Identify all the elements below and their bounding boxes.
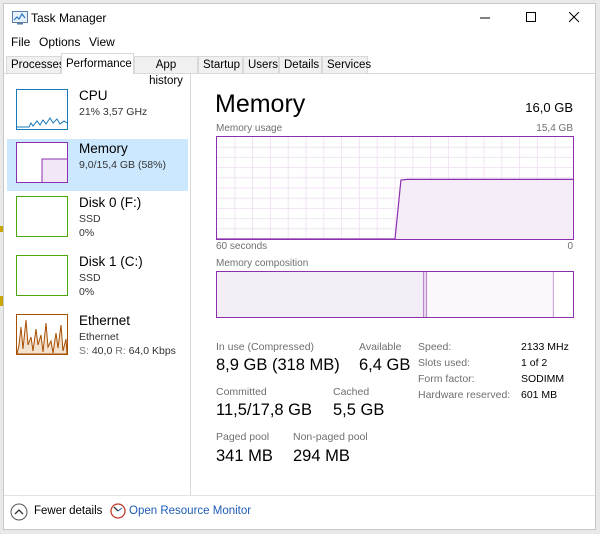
open-resource-monitor-link[interactable]: Open Resource Monitor xyxy=(129,505,251,517)
device-usage: 0% xyxy=(79,286,95,298)
composition-standby[interactable] xyxy=(427,272,554,317)
device-detail: 9,0/15,4 GB (58%) xyxy=(79,159,166,171)
hardware-reserved-label: Hardware reserved: xyxy=(418,389,511,401)
graph-axis-right: 0 xyxy=(567,241,573,252)
device-item-disk-0[interactable]: Disk 0 (F:) SSD 0% xyxy=(7,193,188,245)
disk-1-thumbnail xyxy=(16,255,68,296)
ethernet-thumbnail xyxy=(16,314,68,355)
send-value: 40,0 xyxy=(91,345,113,357)
resource-monitor-icon xyxy=(110,503,126,519)
in-use-value: 8,9 GB (318 MB) xyxy=(216,356,340,374)
ethernet-mini-graph xyxy=(17,319,67,354)
memory-thumbnail xyxy=(16,142,68,183)
device-name: CPU xyxy=(79,88,108,103)
composition-in-use[interactable] xyxy=(217,272,424,317)
menu-options[interactable]: Options xyxy=(39,35,80,49)
available-label: Available xyxy=(359,341,402,353)
footer: Fewer details Open Resource Monitor xyxy=(4,495,595,529)
fewer-details-icon[interactable] xyxy=(10,503,28,521)
maximize-icon xyxy=(526,12,536,22)
menu-file[interactable]: File xyxy=(11,35,30,49)
tab-services[interactable]: Services xyxy=(322,56,371,73)
non-paged-pool-label: Non-paged pool xyxy=(293,431,368,443)
tab-startup[interactable]: Startup xyxy=(198,56,243,73)
task-manager-icon xyxy=(12,11,28,25)
in-use-label: In use (Compressed) xyxy=(216,341,315,353)
paged-pool-value: 341 MB xyxy=(216,447,273,465)
memory-usage-label: Memory usage xyxy=(216,123,283,134)
committed-value: 11,5/17,8 GB xyxy=(216,401,313,419)
paged-pool-label: Paged pool xyxy=(216,431,270,443)
speed-label: Speed: xyxy=(418,341,452,353)
total-memory: 16,0 GB xyxy=(525,100,573,115)
tab-bar: Processes Performance App history Startu… xyxy=(4,53,595,87)
speed-value: 2133 MHz xyxy=(521,341,569,353)
minimize-button[interactable] xyxy=(464,4,508,32)
close-icon xyxy=(569,12,580,23)
receive-label: R: xyxy=(115,345,126,357)
committed-label: Committed xyxy=(216,386,267,398)
hardware-reserved-value: 601 MB xyxy=(521,389,558,401)
menu-bar: File Options View xyxy=(4,32,595,52)
device-item-cpu[interactable]: CPU 21% 3,57 GHz xyxy=(7,86,188,138)
non-paged-pool-value: 294 MB xyxy=(293,447,350,465)
device-item-disk-1[interactable]: Disk 1 (C:) SSD 0% xyxy=(7,252,188,304)
memory-composition-bar xyxy=(216,271,574,318)
device-detail: SSD xyxy=(79,213,101,225)
device-detail: 21% 3,57 GHz xyxy=(79,106,148,118)
memory-usage-max: 15,4 GB xyxy=(536,123,573,134)
receive-value: 64,0 Kbps xyxy=(128,345,176,357)
device-detail: SSD xyxy=(79,272,101,284)
device-name: Ethernet xyxy=(79,313,131,328)
slots-used-value: 1 of 2 xyxy=(521,357,548,369)
task-manager-window: Task Manager File Options View Processes… xyxy=(3,3,596,530)
device-item-ethernet[interactable]: Ethernet Ethernet S: 40,0 R: 64,0 Kbps xyxy=(7,311,188,363)
cpu-mini-graph xyxy=(17,117,67,128)
cpu-thumbnail xyxy=(16,89,68,130)
form-factor-value: SODIMM xyxy=(521,373,565,385)
memory-composition-chart xyxy=(217,272,573,317)
fewer-details-button[interactable]: Fewer details xyxy=(34,505,102,517)
device-item-memory[interactable]: Memory 9,0/15,4 GB (58%) xyxy=(7,139,188,191)
tab-users[interactable]: Users xyxy=(243,56,279,73)
close-button[interactable] xyxy=(553,4,597,32)
composition-modified[interactable] xyxy=(423,272,428,317)
disk-0-thumbnail xyxy=(16,196,68,237)
window-title: Task Manager xyxy=(31,11,107,25)
send-label: S: xyxy=(79,345,89,357)
device-throughput: S: 40,0 R: 64,0 Kbps xyxy=(79,345,176,357)
title-bar: Task Manager xyxy=(4,4,595,32)
cached-value: 5,5 GB xyxy=(333,401,385,419)
tab-performance[interactable]: Performance xyxy=(61,53,134,74)
available-value: 6,4 GB xyxy=(359,356,411,374)
tab-processes[interactable]: Processes xyxy=(6,56,65,73)
menu-view[interactable]: View xyxy=(89,35,115,49)
maximize-button[interactable] xyxy=(510,4,554,32)
device-name: Disk 1 (C:) xyxy=(79,254,143,269)
page-title: Memory xyxy=(215,90,306,118)
memory-usage-chart xyxy=(217,137,573,240)
device-usage: 0% xyxy=(79,227,95,239)
device-name: Memory xyxy=(79,141,128,156)
memory-usage-graph xyxy=(216,136,574,240)
minimize-icon xyxy=(480,17,490,19)
device-name: Disk 0 (F:) xyxy=(79,195,142,210)
cached-label: Cached xyxy=(333,386,370,398)
memory-mini-graph xyxy=(41,158,67,182)
device-list: CPU 21% 3,57 GHz Memory 9,0/15,4 GB (58%… xyxy=(4,74,191,495)
graph-axis-left: 60 seconds xyxy=(216,241,268,252)
tab-app-history[interactable]: App history xyxy=(134,56,198,87)
slots-used-label: Slots used: xyxy=(418,357,470,369)
memory-composition-label: Memory composition xyxy=(216,258,309,269)
form-factor-label: Form factor: xyxy=(418,373,475,385)
tab-details[interactable]: Details xyxy=(279,56,322,73)
device-detail: Ethernet xyxy=(79,331,119,343)
composition-free[interactable] xyxy=(553,272,573,317)
